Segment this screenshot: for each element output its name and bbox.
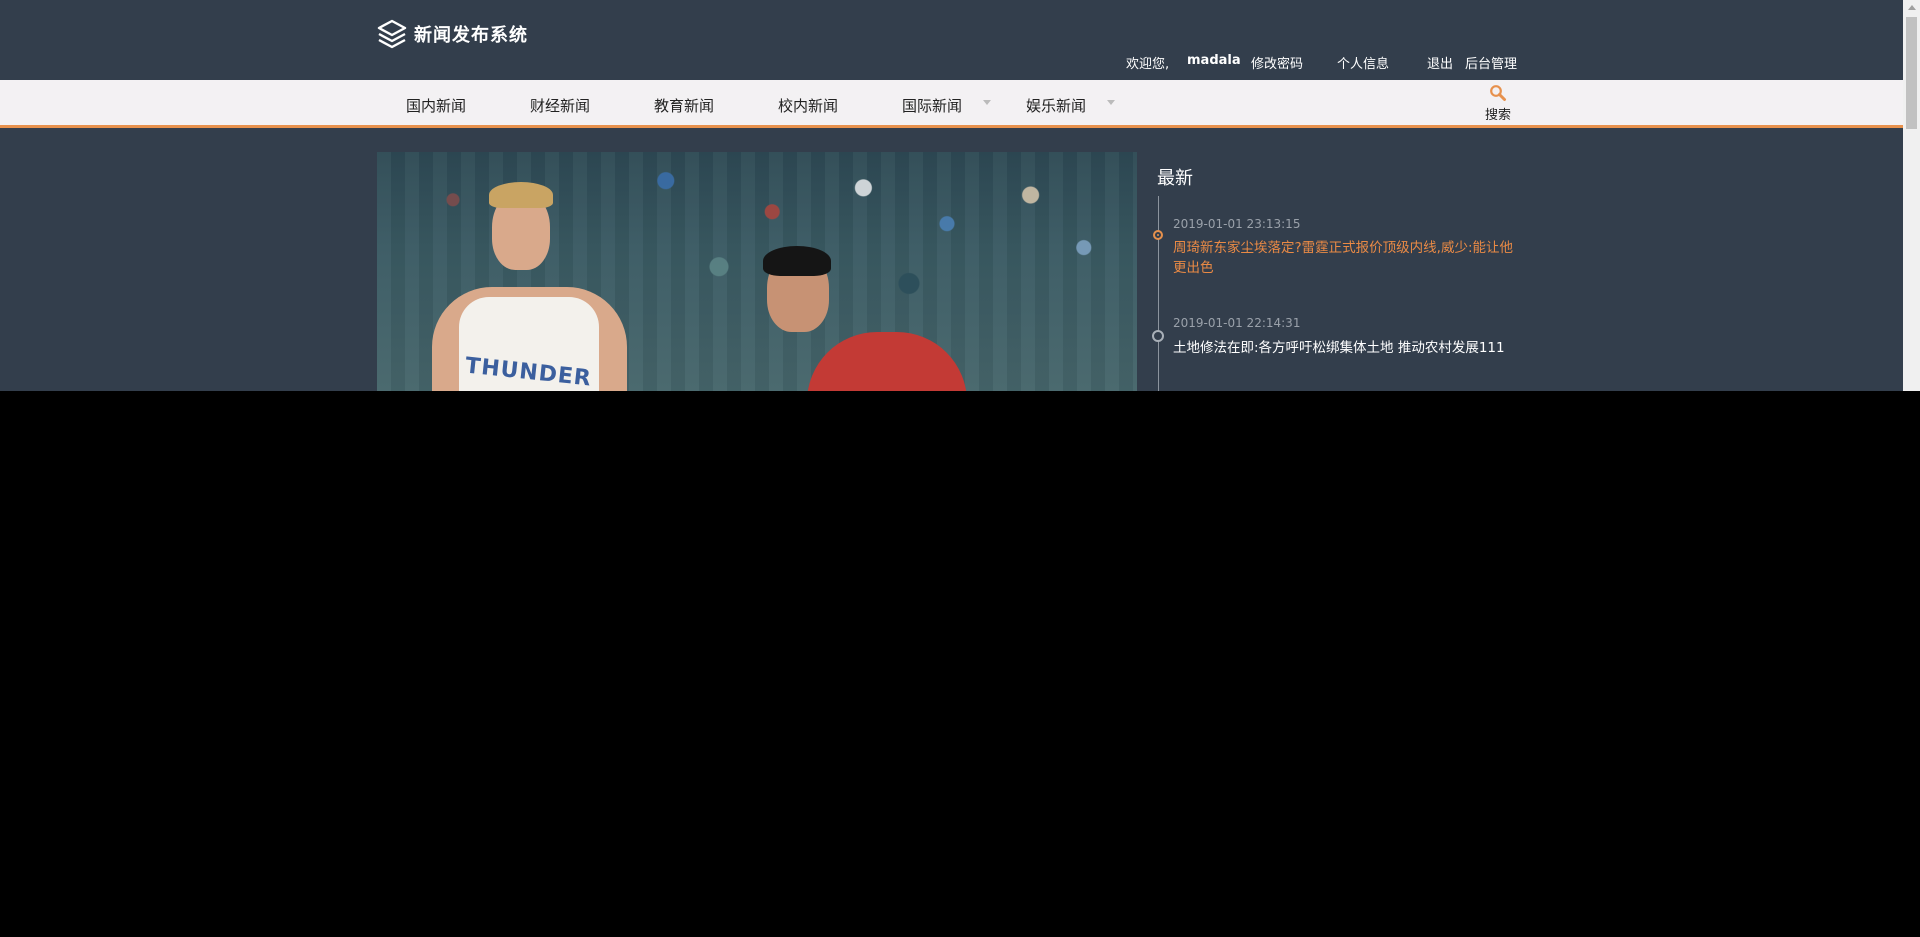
news-title-link[interactable]: 周琦新东家尘埃落定?雷霆正式报价顶级内线,威少:能让他更出色 (1173, 238, 1513, 278)
timeline-dot-active (1153, 230, 1163, 240)
news-title-link[interactable]: 土地修法在即:各方呼吁松绑集体土地 推动农村发展111 (1173, 338, 1513, 358)
news-time: 2019-01-01 23:13:15 (1173, 217, 1301, 231)
layers-icon (377, 19, 407, 49)
logo[interactable]: 新闻发布系统 (376, 18, 528, 50)
nav-item-education[interactable]: 教育新闻 (654, 95, 714, 116)
nav-item-international[interactable]: 国际新闻 (902, 95, 962, 116)
search-icon (1490, 85, 1506, 101)
vertical-scrollbar[interactable] (1903, 0, 1920, 391)
page: 新闻发布系统 欢迎您, madala 修改密码 个人信息 退出 后台管理 国内新… (0, 0, 1903, 391)
scroll-up-icon[interactable] (1908, 5, 1916, 10)
latest-title: 最新 (1157, 168, 1193, 189)
username: madala (1187, 53, 1241, 68)
main-nav: 国内新闻 财经新闻 教育新闻 校内新闻 国际新闻 娱乐新闻 搜索 (0, 80, 1903, 128)
search-label: 搜索 (1484, 108, 1511, 123)
scroll-thumb[interactable] (1906, 17, 1917, 129)
header: 新闻发布系统 欢迎您, madala 修改密码 个人信息 退出 后台管理 (0, 0, 1903, 80)
nav-item-finance[interactable]: 财经新闻 (530, 95, 590, 116)
player-right-hair (763, 246, 831, 276)
change-password-link[interactable]: 修改密码 (1251, 53, 1303, 72)
nav-item-entertainment[interactable]: 娱乐新闻 (1026, 95, 1086, 116)
nav-item-campus[interactable]: 校内新闻 (778, 95, 838, 116)
profile-link[interactable]: 个人信息 (1337, 53, 1389, 72)
logout-link[interactable]: 退出 (1427, 53, 1453, 72)
timeline-dot (1152, 330, 1164, 342)
admin-link[interactable]: 后台管理 (1465, 53, 1517, 72)
chevron-down-icon[interactable] (1107, 100, 1115, 105)
search-button[interactable]: 搜索 (1484, 84, 1512, 123)
welcome-text: 欢迎您, (1126, 57, 1170, 72)
news-time: 2019-01-01 22:14:31 (1173, 316, 1301, 330)
timeline-line (1158, 196, 1159, 391)
hero-image[interactable]: THUNDER (377, 152, 1137, 391)
chevron-down-icon[interactable] (983, 100, 991, 105)
player-left-hair (489, 182, 553, 208)
nav-item-domestic[interactable]: 国内新闻 (406, 95, 466, 116)
logo-text: 新闻发布系统 (414, 25, 528, 46)
